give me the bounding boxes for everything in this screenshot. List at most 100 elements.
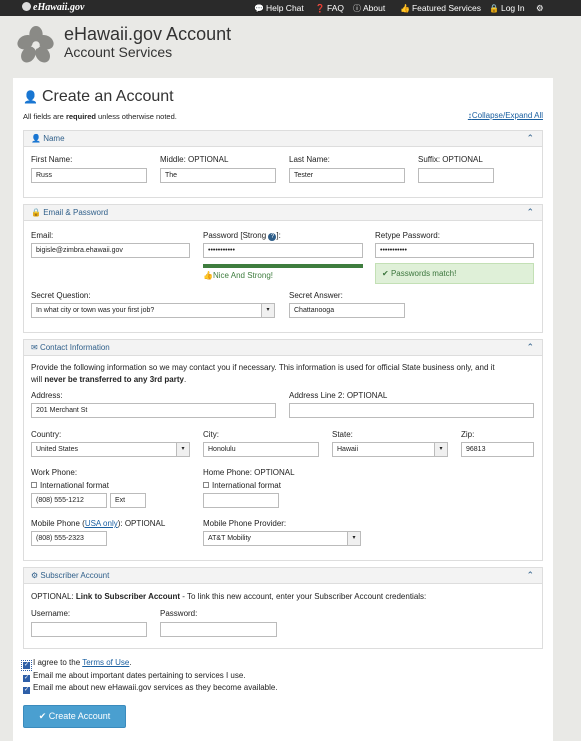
mobile-phone-label: Mobile Phone (USA only): OPTIONAL <box>31 519 165 528</box>
city-input[interactable]: Honolulu <box>203 442 319 457</box>
terms-agree-row[interactable]: ✓ I agree to the Terms of Use. <box>21 658 132 671</box>
email-updates-row[interactable]: ✓ Email me about important dates pertaini… <box>23 671 246 682</box>
address-input[interactable]: 201 Merchant St <box>31 403 276 418</box>
mobile-provider-label: Mobile Phone Provider: <box>203 519 287 528</box>
retype-password-input[interactable]: ••••••••••• <box>375 243 534 258</box>
contact-intro-bold: never be transferred to any 3rd party <box>44 375 184 384</box>
secret-answer-input[interactable]: Chattanooga <box>289 303 405 318</box>
first-name-input[interactable]: Russ <box>31 168 147 183</box>
header-title: eHawaii.gov Account <box>64 24 232 44</box>
email-label: Email: <box>31 231 54 240</box>
home-intl-label: International format <box>212 481 281 490</box>
hibiscus-logo-icon <box>17 26 54 63</box>
terms-of-use-link[interactable]: Terms of Use <box>82 658 129 667</box>
password-input[interactable]: ••••••••••• <box>203 243 363 258</box>
mobile-provider-select[interactable]: AT&T Mobility ▾ <box>203 531 361 546</box>
faq-link[interactable]: ❓ FAQ <box>315 3 344 13</box>
subscriber-password-input[interactable] <box>160 622 277 637</box>
subscriber-password-label: Password: <box>160 609 198 618</box>
contact-intro-pre: will <box>31 375 45 384</box>
country-select[interactable]: United States ▾ <box>31 442 190 457</box>
envelope-icon: ✉ <box>31 343 38 352</box>
address-label: Address: <box>31 391 63 400</box>
work-phone-label: Work Phone: <box>31 468 78 477</box>
question-icon: ❓ <box>315 4 325 13</box>
about-label: About <box>363 3 386 13</box>
chevron-up-icon[interactable]: ⌃ <box>526 133 534 144</box>
work-phone-ext-input[interactable]: Ext <box>110 493 146 508</box>
contact-info-section: ✉ Contact Information ⌃ Provide the follo… <box>23 339 543 561</box>
name-section: 👤 Name ⌃ First Name: Russ Middle: OPTIONA… <box>23 130 543 198</box>
password-label-text: Password [Strong <box>203 231 269 240</box>
middle-name-input[interactable]: The <box>160 168 276 183</box>
mobile-provider-value: AT&T Mobility <box>208 535 251 542</box>
req-bold: required <box>65 112 96 121</box>
required-note: All fields are required unless otherwise… <box>23 112 177 121</box>
mobile-phone-input[interactable]: (808) 555-2323 <box>31 531 107 546</box>
state-value: Hawaii <box>337 446 359 453</box>
zip-input[interactable]: 96813 <box>461 442 534 457</box>
login-label: Log In <box>500 3 525 13</box>
email-updates-checkbox[interactable]: ✓ <box>23 675 30 682</box>
last-name-label: Last Name: <box>289 155 330 164</box>
contact-intro: Provide the following information so we … <box>31 362 541 386</box>
create-account-button[interactable]: ✔ Create Account <box>23 705 126 728</box>
contact-intro-post: . <box>183 375 187 384</box>
last-name-input[interactable]: Tester <box>289 168 405 183</box>
email-input[interactable]: bigisle@zimbra.ehawaii.gov <box>31 243 190 258</box>
email-new-services-row[interactable]: ✓ Email me about new eHawaii.gov services… <box>23 683 278 694</box>
featured-services-link[interactable]: 👍 Featured Services <box>400 3 481 13</box>
secret-question-select[interactable]: In what city or town was your first job?… <box>31 303 275 318</box>
home-intl-option[interactable]: International format <box>203 481 281 490</box>
dropdown-arrow-icon: ▾ <box>434 443 447 456</box>
req-pre: All fields are <box>23 112 66 121</box>
secret-answer-label: Secret Answer: <box>289 291 343 300</box>
subscriber-heading: Subscriber Account <box>40 571 110 580</box>
terms-pre: I agree to the <box>33 658 83 667</box>
gear-icon: ⚙ <box>31 571 39 580</box>
settings-gear-icon[interactable]: ⚙ <box>536 3 544 14</box>
chevron-up-icon[interactable]: ⌃ <box>526 570 534 581</box>
header-subtitle: Account Services <box>64 44 173 60</box>
subscriber-section-header[interactable]: ⚙ Subscriber Account ⌃ <box>24 568 542 584</box>
faq-label: FAQ <box>326 3 344 13</box>
check-icon: ✔ <box>38 711 47 721</box>
usa-only-link[interactable]: USA only <box>85 519 118 528</box>
first-name-label: First Name: <box>31 155 73 164</box>
thumbs-up-icon: 👍 <box>400 4 410 13</box>
brand-link[interactable]: eHawaii.gov <box>22 2 84 13</box>
about-link[interactable]: ⓘ About <box>353 3 385 14</box>
work-intl-option[interactable]: International format <box>31 481 109 490</box>
country-value: United States <box>36 446 79 453</box>
home-phone-label: Home Phone: OPTIONAL <box>203 468 295 477</box>
hibiscus-icon <box>22 2 31 11</box>
work-phone-input[interactable]: (808) 555-1212 <box>31 493 107 508</box>
home-intl-checkbox[interactable] <box>203 482 209 488</box>
req-post: unless otherwise noted. <box>95 112 177 121</box>
address2-input[interactable] <box>289 403 534 418</box>
contact-heading: Contact Information <box>39 343 110 352</box>
suffix-input[interactable] <box>418 168 494 183</box>
email-password-section-header[interactable]: 🔒 Email & Password ⌃ <box>24 205 542 221</box>
chevron-up-icon[interactable]: ⌃ <box>526 207 534 218</box>
work-intl-label: International format <box>40 481 109 490</box>
subscriber-username-input[interactable] <box>31 622 147 637</box>
work-intl-checkbox[interactable] <box>31 482 37 488</box>
collapse-expand-all-link[interactable]: ↕Collapse/Expand All <box>468 111 543 120</box>
contact-info-section-header[interactable]: ✉ Contact Information ⌃ <box>24 340 542 356</box>
chat-icon: 💬 <box>254 4 264 13</box>
mobile-label-pre: Mobile Phone ( <box>31 519 85 528</box>
chevron-up-icon[interactable]: ⌃ <box>526 342 534 353</box>
password-strength-text: 👍Nice And Strong! <box>203 271 273 280</box>
terms-checkbox[interactable]: ✓ <box>21 660 32 671</box>
name-heading: Name <box>43 134 65 143</box>
user-icon: 👤 <box>23 90 38 104</box>
name-section-header[interactable]: 👤 Name ⌃ <box>24 131 542 147</box>
help-chat-link[interactable]: 💬 Help Chat <box>254 3 304 13</box>
email-new-services-checkbox[interactable]: ✓ <box>23 687 30 694</box>
home-phone-input[interactable] <box>203 493 279 508</box>
password-label: Password [Strong ?]: <box>203 231 281 241</box>
state-select[interactable]: Hawaii ▾ <box>332 442 448 457</box>
login-link[interactable]: 🔒 Log In <box>489 3 525 13</box>
match-text: Passwords match! <box>390 269 457 278</box>
